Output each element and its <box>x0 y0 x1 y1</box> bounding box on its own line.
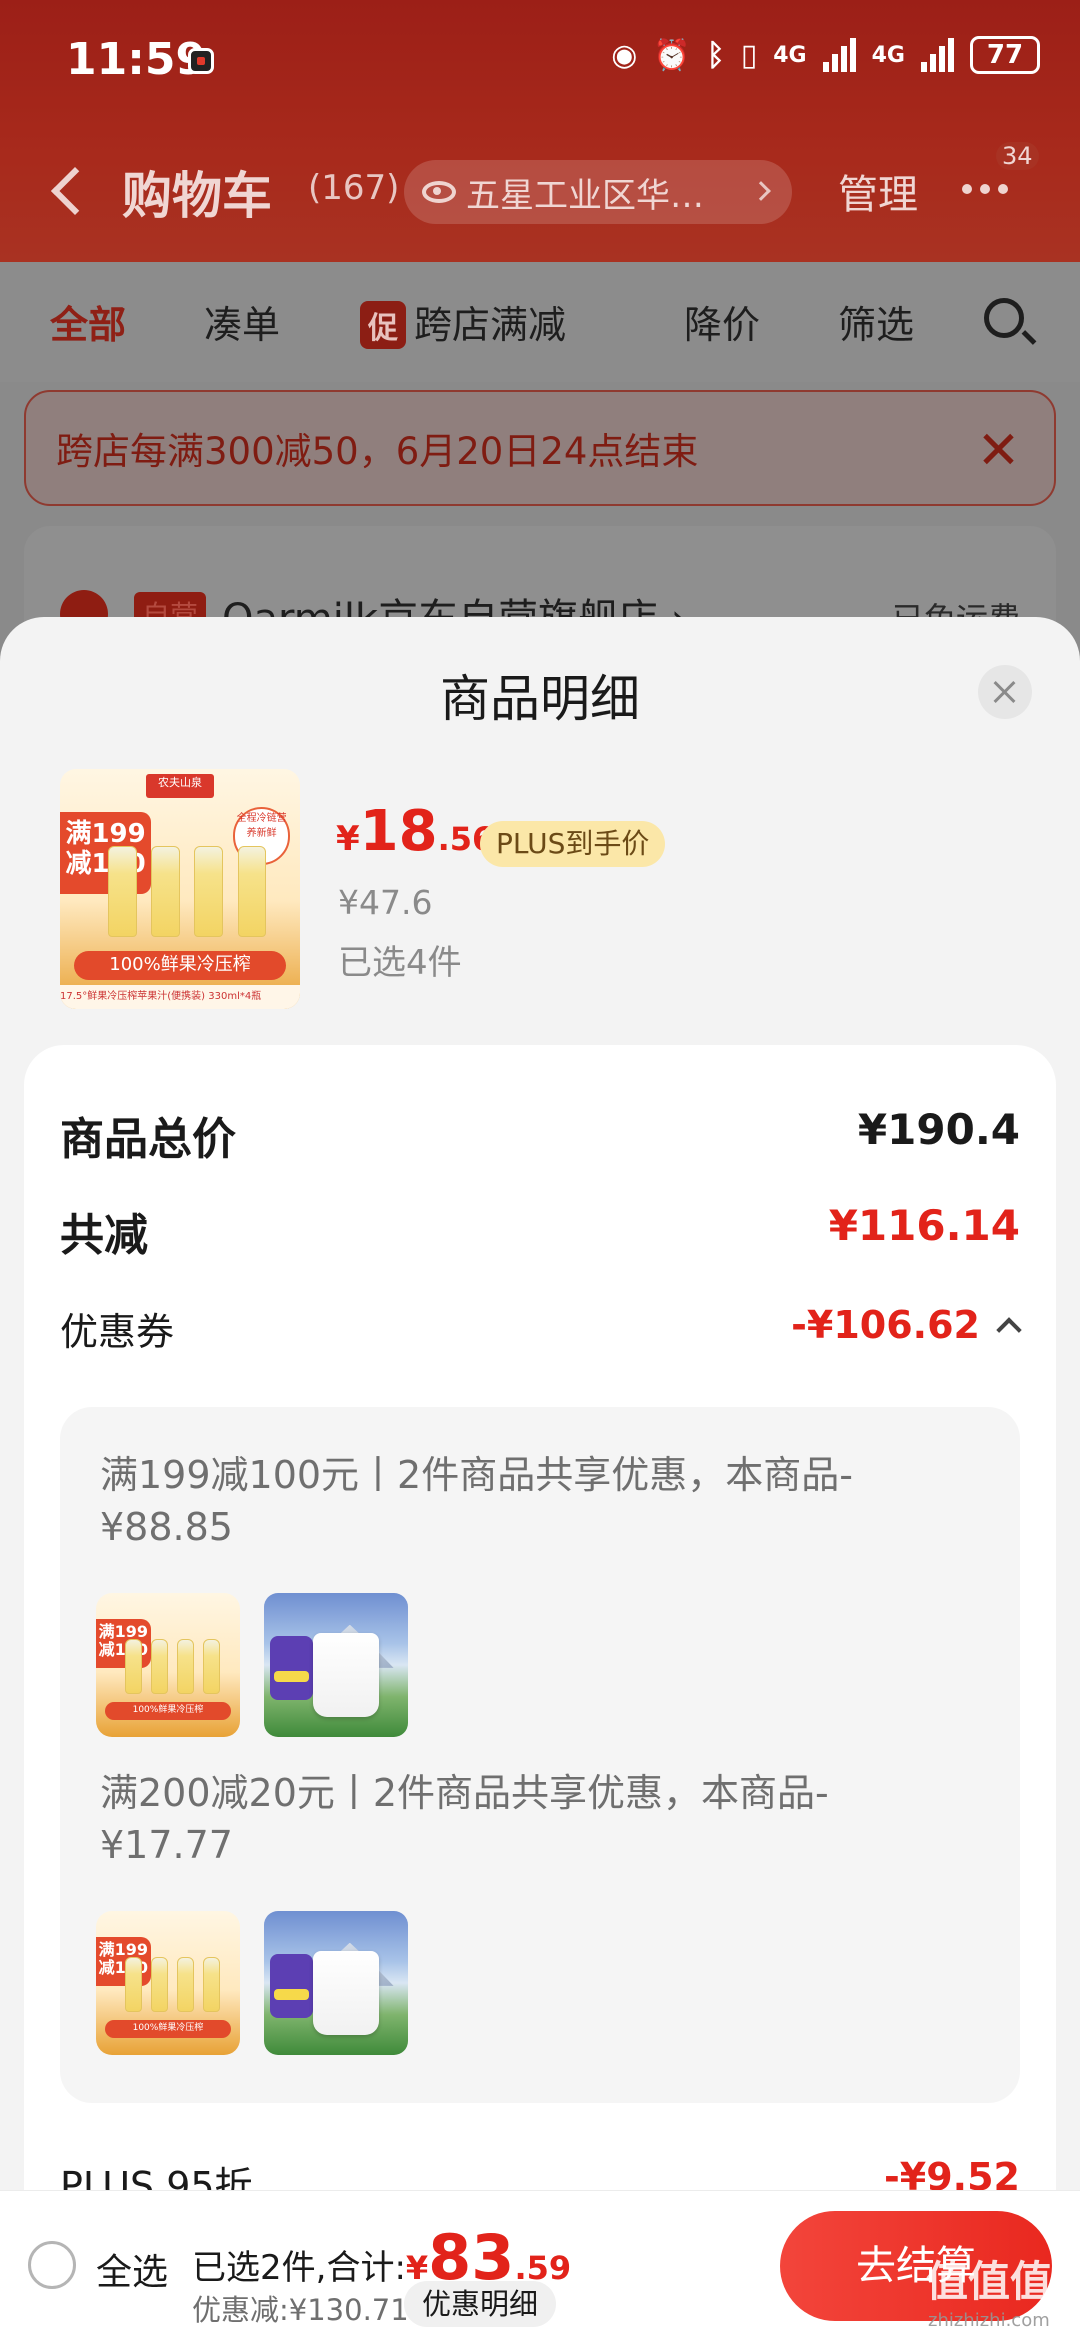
status-bar: 11:59 ◉ ⏰ ᛒ ▯ 4G 4G 77 <box>0 0 1080 120</box>
coupon-2-juice-image: 满199 减100 100%鲜果冷压榨 <box>96 1911 240 2055</box>
location-eye-icon <box>422 181 456 203</box>
coupon-value[interactable]: -¥106.62 <box>791 1303 980 1347</box>
cart-title: 购物车 <box>122 167 272 225</box>
discount-summary: 优惠减:¥130.71 <box>192 2293 409 2327</box>
product-flag: 满199减100 <box>60 812 152 894</box>
plus-price-badge: PLUS到手价 <box>480 821 666 867</box>
select-all-label[interactable]: 全选 <box>96 2243 168 2295</box>
selected-quantity: 已选4件 <box>338 943 462 983</box>
address-selector[interactable]: 五星工业区华… <box>404 160 792 224</box>
coupon-desc-2: 满200减20元丨2件商品共享优惠，本商品-¥17.77 <box>100 1771 829 1867</box>
chevron-up-icon[interactable] <box>996 1317 1022 1343</box>
manage-button[interactable]: 管理 <box>838 162 918 220</box>
bluetooth-icon: ᛒ <box>706 37 725 73</box>
chevron-right-icon <box>751 181 771 201</box>
watermark-url: zhizhizhi.com <box>928 2310 1050 2331</box>
screen-record-icon <box>188 48 214 74</box>
product-caption: 17.5°鲜果冷压榨苹果汁(便携装) 330ml*4瓶 <box>60 985 300 1009</box>
promo-notice: 跨店每满300减50，6月20日24点结束 <box>24 390 1056 506</box>
product-brand: 农夫山泉 <box>146 773 214 798</box>
original-price: ¥47.6 <box>338 883 433 922</box>
sheet-close-icon[interactable] <box>978 665 1032 719</box>
alarm-icon: ⏰ <box>653 37 691 73</box>
tab-cross-store[interactable]: 促跨店满减 <box>360 294 566 349</box>
sheet-title: 商品明细 <box>440 670 640 728</box>
notice-text: 跨店每满300减50，6月20日24点结束 <box>56 430 699 473</box>
close-icon[interactable] <box>980 430 1016 466</box>
product-detail-sheet: 商品明细 农夫山泉 满199减100 全程冷链营养新鲜 100%鲜果冷压榨 17… <box>0 617 1080 2340</box>
signal-icon-1 <box>822 38 856 72</box>
signal-label-1: 4G <box>773 42 807 68</box>
coupon-1-yogurt-image <box>264 1593 408 1737</box>
tab-cross-store-label: 跨店满减 <box>414 303 567 347</box>
signal-label-2: 4G <box>871 42 905 68</box>
cart-count: (167) <box>308 168 400 208</box>
product-price: ¥18.56 <box>336 799 495 864</box>
search-icon[interactable] <box>984 298 1024 338</box>
checkout-bar: 全选 已选2件,合计:¥83.59 优惠减:¥130.71 优惠明细 去结算 <box>0 2190 1080 2340</box>
coupon-breakdown: 满199减100元丨2件商品共享优惠，本商品-¥88.85 满199 减100 1… <box>60 1407 1020 2103</box>
tab-filter[interactable]: 筛选 <box>838 294 914 349</box>
more-icon[interactable] <box>962 184 1008 194</box>
message-badge: 34 <box>996 142 1039 170</box>
eye-comfort-icon: ◉ <box>611 37 638 73</box>
tab-combo[interactable]: 凑单 <box>204 294 280 349</box>
discount-detail-button[interactable]: 优惠明细 <box>404 2281 557 2327</box>
price-detail-card: 商品总价 ¥190.4 共减 ¥116.14 优惠券 -¥106.62 满199… <box>24 1045 1056 2340</box>
total-label: 商品总价 <box>60 1114 236 1165</box>
coupon-label: 优惠券 <box>60 1310 175 1354</box>
watermark-logo: 值值值 <box>926 2257 1053 2306</box>
back-arrow-icon[interactable] <box>50 166 100 216</box>
tab-price-drop[interactable]: 降价 <box>684 294 760 349</box>
reduce-value: ¥116.14 <box>828 1201 1020 1250</box>
cart-topbar: 购物车 (167) 五星工业区华… 管理 34 <box>0 140 1080 250</box>
select-all-checkbox[interactable] <box>28 2241 76 2289</box>
total-value: ¥190.4 <box>857 1105 1020 1154</box>
vibrate-icon: ▯ <box>740 37 758 73</box>
reduce-label: 共减 <box>60 1210 148 1261</box>
coupon-1-juice-image: 满199 减100 100%鲜果冷压榨 <box>96 1593 240 1737</box>
address-text: 五星工业区华… <box>466 175 704 216</box>
status-icons: ◉ ⏰ ᛒ ▯ 4G 4G 77 <box>611 36 1040 74</box>
tab-all[interactable]: 全部 <box>50 294 126 349</box>
summary-prefix: 已选2件,合计: <box>192 2248 406 2288</box>
product-image: 农夫山泉 满199减100 全程冷链营养新鲜 100%鲜果冷压榨 17.5°鲜果… <box>60 769 300 1009</box>
status-time: 11:59 <box>66 34 207 85</box>
product-band: 100%鲜果冷压榨 <box>74 951 286 981</box>
coupon-desc-1: 满199减100元丨2件商品共享优惠，本商品-¥88.85 <box>100 1453 853 1549</box>
promo-tag: 促 <box>360 301 406 349</box>
coupon-2-yogurt-image <box>264 1911 408 2055</box>
signal-icon-2 <box>921 38 954 72</box>
filter-bar: 全部 凑单 促跨店满减 降价 筛选 <box>0 262 1080 382</box>
battery-icon: 77 <box>970 36 1040 74</box>
